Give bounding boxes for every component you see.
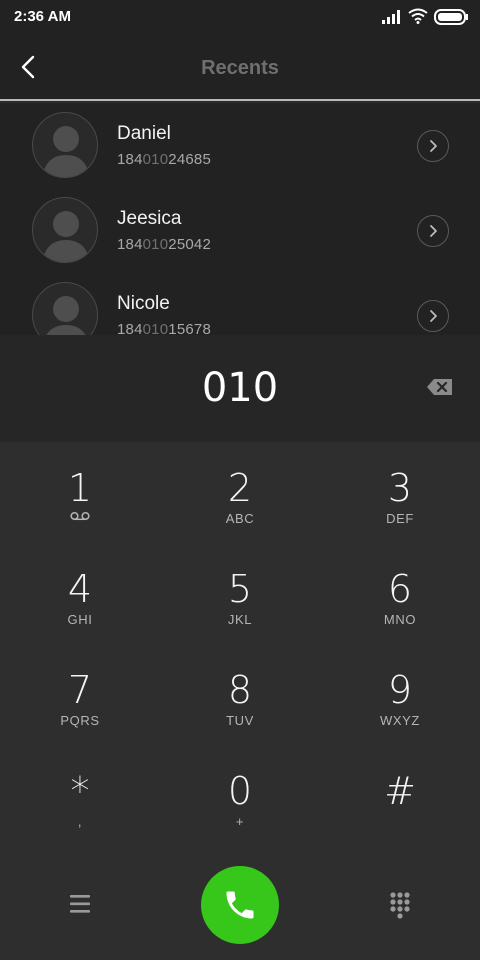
key-8[interactable]: 8 TUV [160, 644, 320, 745]
list-item[interactable]: Nicole 18401015678 [0, 273, 480, 335]
key-digit: # [384, 769, 416, 813]
avatar [32, 197, 98, 263]
key-letters: TUV [226, 713, 254, 728]
key-letters: DEF [386, 511, 414, 526]
key-digit: 4 [67, 567, 93, 611]
key-letters: + [235, 814, 245, 829]
list-item[interactable]: Daniel 18401024685 [0, 103, 480, 188]
phone-icon [226, 891, 254, 919]
key-6[interactable]: 6 MNO [320, 543, 480, 644]
key-letters: PQRS [60, 713, 100, 728]
key-star[interactable]: * , [0, 745, 160, 846]
person-icon [46, 296, 86, 335]
key-1[interactable]: 1 [0, 442, 160, 543]
status-time: 2:36 AM [14, 8, 71, 25]
key-digit: 1 [67, 466, 93, 510]
number-prefix: 184 [117, 321, 143, 335]
key-3[interactable]: 3 DEF [320, 442, 480, 543]
key-0[interactable]: 0 + [160, 745, 320, 846]
number-prefix: 184 [117, 151, 143, 168]
number-match: 010 [142, 321, 169, 335]
contact-number: 18401015678 [117, 321, 211, 335]
contact-detail-button[interactable] [417, 215, 449, 247]
menu-button[interactable] [65, 890, 95, 918]
key-digit: 6 [387, 567, 413, 611]
avatar [32, 282, 98, 335]
key-letters: JKL [227, 612, 253, 627]
number-suffix: 24685 [168, 151, 211, 168]
keypad: 1 2 ABC 3 DEF 4 GHI 5 JKL 6 MNO 7 PQRS 8… [0, 442, 480, 850]
number-match: 010 [142, 151, 169, 168]
key-digit: 3 [387, 466, 413, 510]
key-digit: 8 [227, 668, 253, 712]
wifi-icon [408, 8, 428, 24]
key-digit: 2 [227, 466, 253, 510]
header: Recents [0, 34, 480, 101]
status-bar: 2:36 AM [0, 0, 480, 34]
contact-detail-button[interactable] [417, 130, 449, 162]
number-match: 010 [142, 236, 169, 253]
contact-name: Nicole [117, 293, 170, 314]
key-letters: GHI [67, 612, 93, 627]
chevron-right-icon [430, 225, 437, 237]
key-2[interactable]: 2 ABC [160, 442, 320, 543]
battery-icon [434, 9, 468, 25]
key-hash[interactable]: # [320, 745, 480, 846]
call-button[interactable] [201, 866, 279, 944]
recents-list: Daniel 18401024685 Jeesica 18401025042 N… [0, 103, 480, 335]
contact-name: Daniel [117, 123, 171, 144]
number-prefix: 184 [117, 236, 143, 253]
dialed-number: 010 [201, 365, 279, 411]
dialpad-icon [390, 892, 410, 919]
chevron-right-icon [430, 310, 437, 322]
page-title: Recents [201, 57, 279, 79]
key-digit: 7 [67, 668, 93, 712]
key-digit: * [70, 769, 90, 813]
number-suffix: 15678 [168, 321, 211, 335]
key-letters: ABC [225, 511, 255, 526]
key-digit: 5 [227, 567, 253, 611]
key-letters: WXYZ [380, 713, 420, 728]
person-icon [42, 211, 90, 262]
key-9[interactable]: 9 WXYZ [320, 644, 480, 745]
key-5[interactable]: 5 JKL [160, 543, 320, 644]
backspace-button[interactable] [426, 377, 454, 397]
number-display: 010 [0, 335, 480, 442]
menu-icon [70, 895, 90, 913]
list-item[interactable]: Jeesica 18401025042 [0, 188, 480, 273]
chevron-right-icon [430, 140, 437, 152]
bottom-bar [0, 850, 480, 960]
contact-name: Jeesica [117, 208, 182, 229]
signal-icon [382, 10, 400, 24]
key-digit: 9 [387, 668, 413, 712]
backspace-icon [427, 379, 452, 395]
dialpad-toggle-button[interactable] [385, 890, 415, 920]
key-digit: 0 [227, 769, 253, 813]
contact-number: 18401025042 [117, 236, 211, 253]
key-letters: MNO [383, 612, 417, 627]
key-4[interactable]: 4 GHI [0, 543, 160, 644]
voicemail-icon [70, 511, 90, 521]
key-7[interactable]: 7 PQRS [0, 644, 160, 745]
number-suffix: 25042 [168, 236, 211, 253]
key-letters: , [77, 814, 83, 829]
avatar [32, 112, 98, 178]
contact-detail-button[interactable] [417, 300, 449, 332]
contact-number: 18401024685 [117, 151, 211, 168]
person-icon [42, 126, 90, 177]
